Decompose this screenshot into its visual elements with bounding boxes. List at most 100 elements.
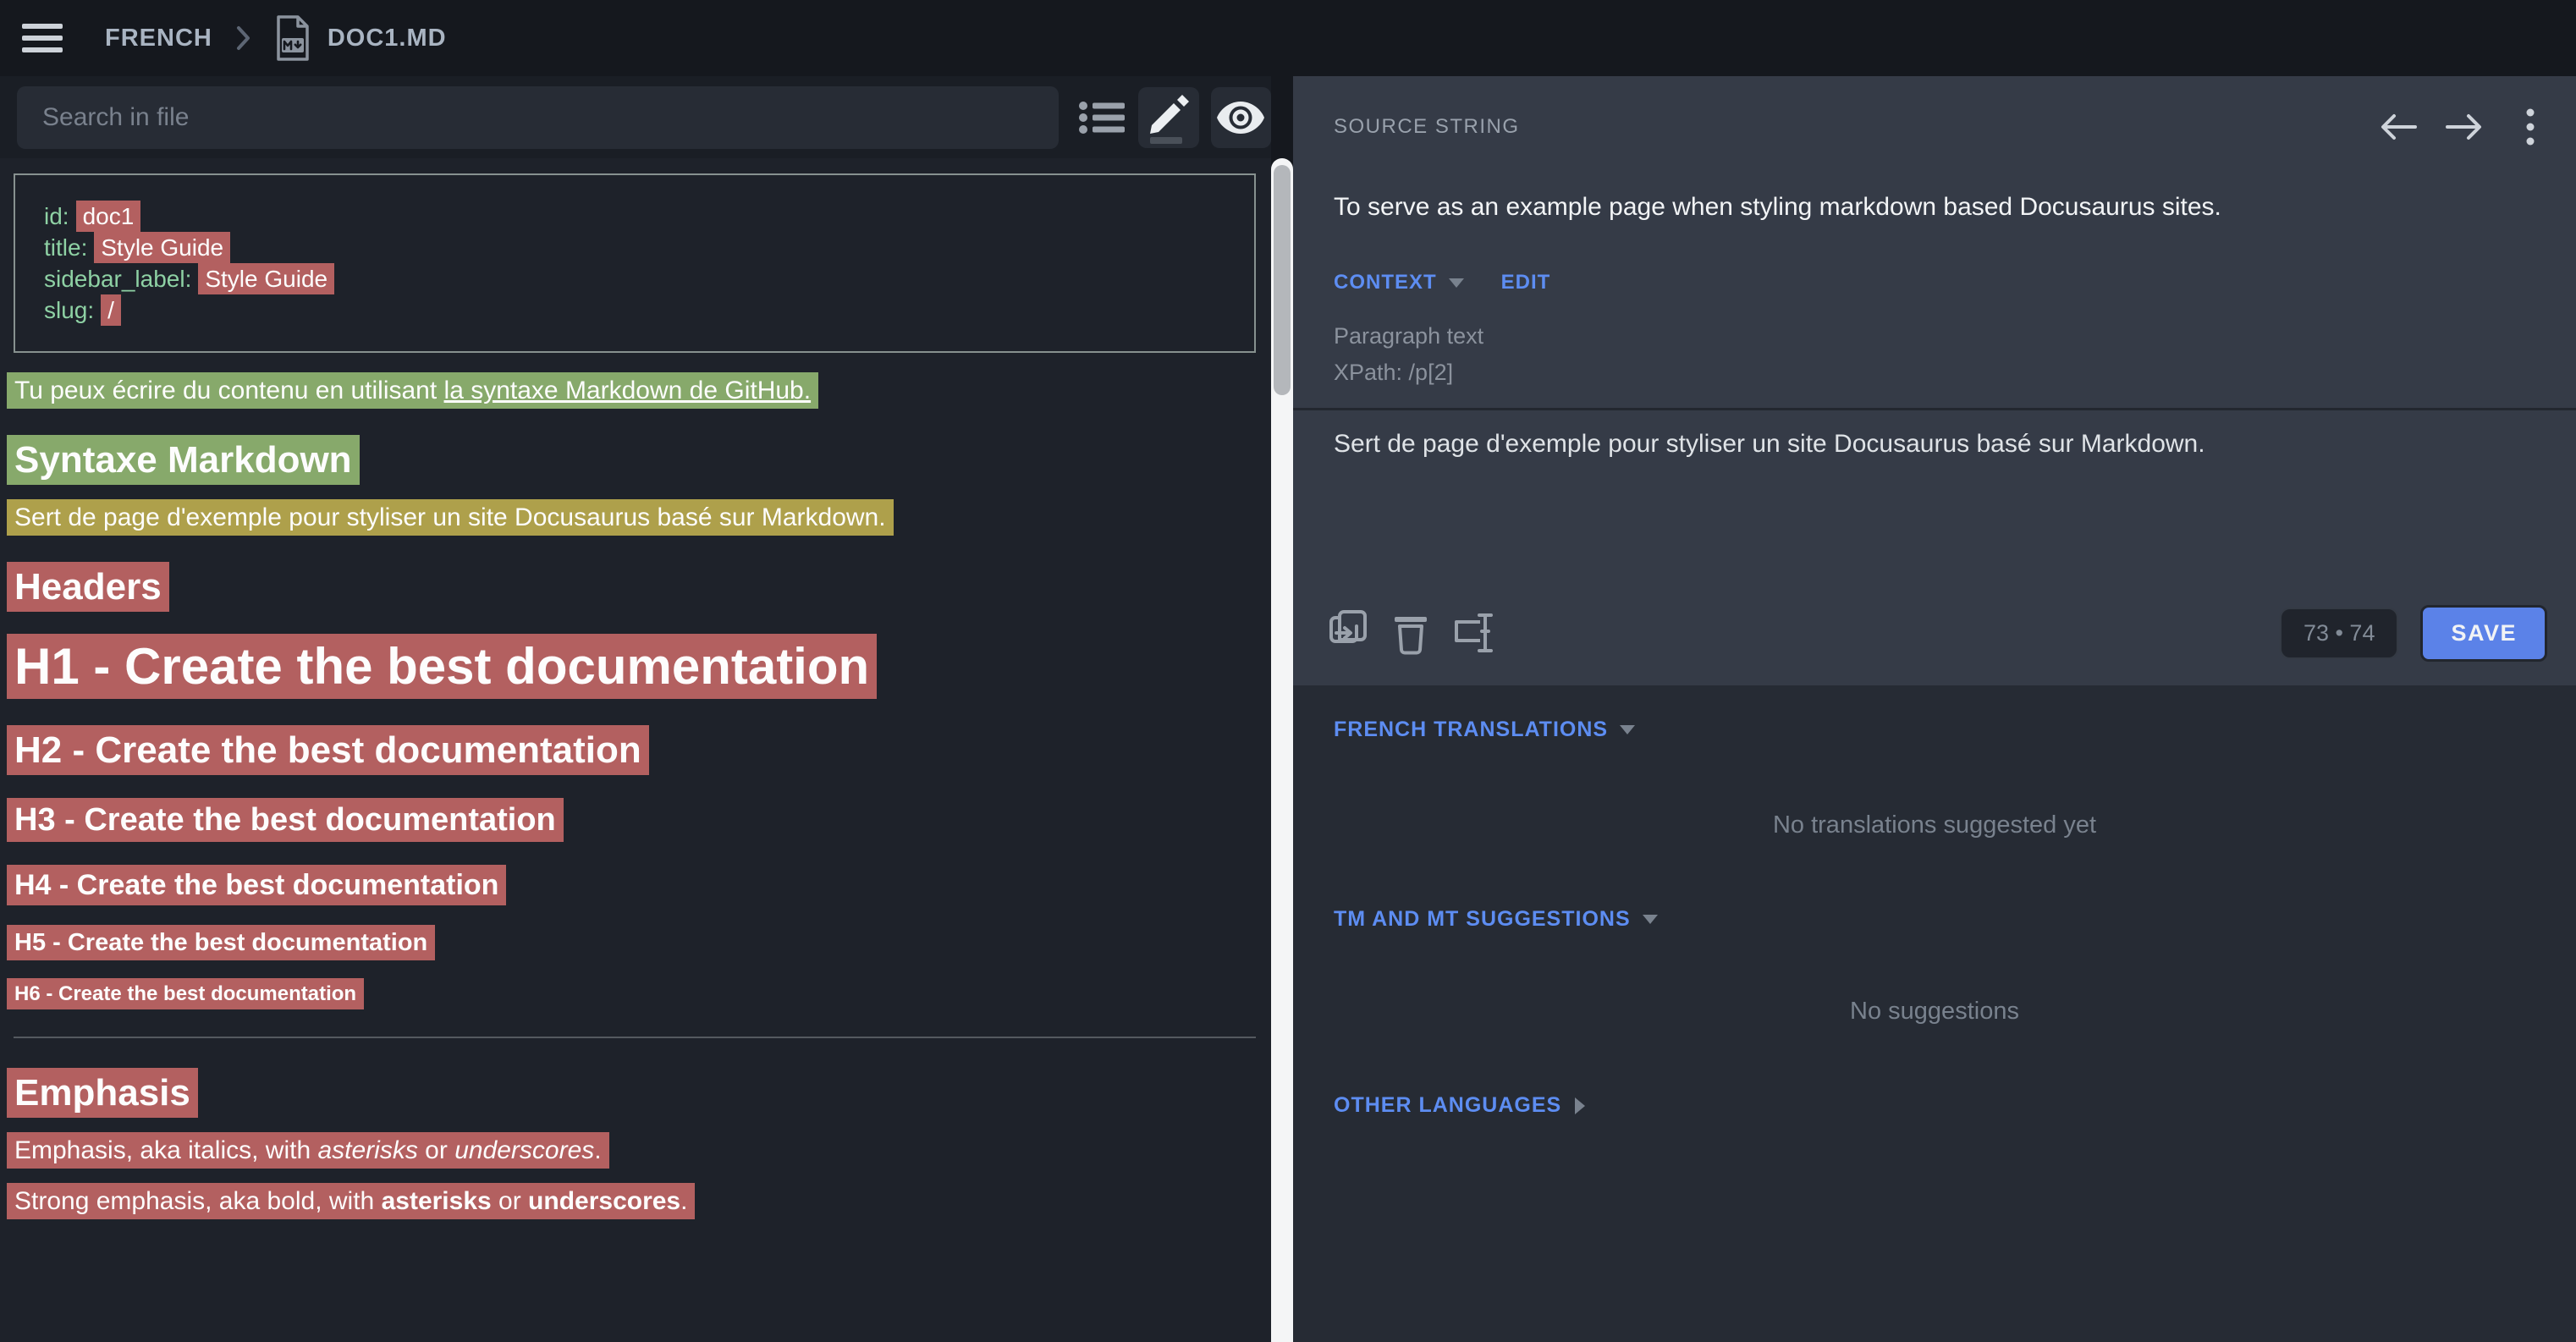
heading-h1-sample: H1 - Create the best documentation	[7, 637, 1261, 696]
hamburger-menu-button[interactable]	[22, 23, 63, 53]
source-string-highlight[interactable]: Emphasis	[7, 1068, 198, 1118]
frontmatter-block: id:doc1 title:Style Guide sidebar_label:…	[14, 173, 1256, 353]
search-input[interactable]	[17, 86, 1059, 149]
heading-h3-sample: H3 - Create the best documentation	[7, 802, 1261, 839]
pencil-icon	[1143, 91, 1194, 144]
clear-translation-button[interactable]	[1386, 608, 1435, 658]
intro-paragraph: Tu peux écrire du contenu en utilisant l…	[7, 377, 1261, 405]
dropdown-triangle-icon	[1620, 725, 1635, 734]
italic-word: underscores	[454, 1136, 594, 1164]
app-window: FRENCH DOC1.MD	[0, 0, 2576, 1342]
intro-text: Tu peux écrire du contenu en utilisant	[14, 377, 444, 404]
heading-h4-sample: H4 - Create the best documentation	[7, 869, 1261, 902]
heading-h6-sample: H6 - Create the best documentation	[7, 982, 1261, 1006]
previous-string-button[interactable]	[2376, 107, 2420, 147]
tm-mt-suggestions-header[interactable]: TM AND MT SUGGESTIONS	[1334, 907, 2535, 932]
frontmatter-line: slug: /	[44, 294, 1225, 326]
translation-input[interactable]: Sert de page d'exemple pour styliser un …	[1334, 430, 2535, 565]
translation-divider	[1293, 408, 2576, 410]
source-string-highlight[interactable]: Style Guide	[94, 232, 230, 263]
list-icon	[1079, 100, 1125, 135]
file-preview-panel: id:doc1 title:Style Guide sidebar_label:…	[0, 76, 1271, 1342]
search-toolbar	[0, 76, 1271, 158]
frontmatter-line: id:doc1	[44, 201, 1225, 232]
breadcrumb-file[interactable]: DOC1.MD	[328, 25, 447, 52]
markdown-syntax-link[interactable]: la syntaxe Markdown de GitHub.	[444, 377, 812, 404]
copy-icon	[1326, 609, 1370, 657]
dropdown-triangle-icon	[1643, 915, 1658, 924]
translation-panel: SOURCE STRING To s	[1293, 76, 2576, 1342]
other-languages-label: OTHER LANGUAGES	[1334, 1093, 1561, 1118]
other-languages-header[interactable]: OTHER LANGUAGES	[1334, 1093, 2535, 1118]
translation-toolbar: 73 • 74 SAVE	[1324, 597, 2547, 668]
frontmatter-key: sidebar_label:	[44, 266, 191, 292]
suggestions-empty-state: No suggestions	[1334, 998, 2535, 1026]
suggestions-panel: FRENCH TRANSLATIONS No translations sugg…	[1293, 685, 2576, 1342]
source-string-header: SOURCE STRING	[1334, 76, 2552, 147]
select-text-icon	[1451, 612, 1495, 654]
preview-mode-button[interactable]	[1211, 87, 1271, 148]
source-string-highlight[interactable]: H6 - Create the best documentation	[7, 978, 364, 1009]
frontmatter-line: sidebar_label: Style Guide	[44, 263, 1225, 294]
french-translations-header[interactable]: FRENCH TRANSLATIONS	[1334, 718, 2535, 742]
horizontal-rule	[14, 1037, 1256, 1038]
source-string-highlight[interactable]: Strong emphasis, aka bold, with asterisk…	[7, 1183, 695, 1219]
source-string-label: SOURCE STRING	[1334, 115, 1520, 139]
select-text-button[interactable]	[1449, 608, 1498, 658]
preview-scrollbar-track[interactable]	[1271, 158, 1293, 1342]
source-string-highlight[interactable]: Syntaxe Markdown	[7, 435, 360, 485]
document-preview: id:doc1 title:Style Guide sidebar_label:…	[0, 158, 1271, 1342]
emphasis-text: .	[594, 1136, 601, 1164]
source-string-highlight[interactable]: Emphasis, aka italics, with asterisks or…	[7, 1132, 609, 1169]
source-string-highlight[interactable]: H4 - Create the best documentation	[7, 865, 506, 905]
preview-scrollbar-thumb[interactable]	[1274, 165, 1291, 395]
source-string-highlight[interactable]: H3 - Create the best documentation	[7, 798, 564, 842]
source-string-highlight[interactable]: Headers	[7, 562, 169, 612]
source-string-section: SOURCE STRING To s	[1293, 76, 2576, 685]
source-string-highlight[interactable]: doc1	[76, 201, 141, 232]
heading-h5-sample: H5 - Create the best documentation	[7, 929, 1261, 957]
source-string-text: To serve as an example page when styling…	[1334, 193, 2552, 222]
strong-paragraph: Strong emphasis, aka bold, with asterisk…	[7, 1187, 1261, 1216]
copy-source-button[interactable]	[1324, 608, 1373, 658]
next-string-button[interactable]	[2442, 107, 2486, 147]
highlight-mode-button[interactable]	[1138, 87, 1198, 148]
source-string-highlight[interactable]: H2 - Create the best documentation	[7, 725, 649, 775]
source-string-highlight[interactable]: Style Guide	[198, 263, 334, 294]
string-list-button[interactable]	[1077, 93, 1126, 142]
heading-headers: Headers	[7, 566, 1261, 608]
chevron-right-icon	[236, 25, 251, 51]
source-string-highlight[interactable]: H5 - Create the best documentation	[7, 925, 435, 960]
french-translations-label: FRENCH TRANSLATIONS	[1334, 718, 1608, 742]
translations-empty-state: No translations suggested yet	[1334, 811, 2535, 839]
selected-string-highlight[interactable]: Sert de page d'exemple pour styliser un …	[7, 499, 894, 536]
context-xpath: XPath: /p[2]	[1334, 355, 2552, 391]
breadcrumb-project[interactable]: FRENCH	[105, 25, 212, 52]
frontmatter-key: slug:	[44, 297, 94, 323]
context-details: Paragraph text XPath: /p[2]	[1334, 318, 2552, 391]
selected-paragraph: Sert de page d'exemple pour styliser un …	[7, 503, 1261, 532]
collapsed-triangle-icon	[1575, 1097, 1585, 1114]
bold-word: underscores	[528, 1187, 680, 1215]
char-counter-badge: 73 • 74	[2280, 608, 2399, 659]
italic-word: asterisks	[317, 1136, 417, 1164]
emphasis-paragraph: Emphasis, aka italics, with asterisks or…	[7, 1136, 1261, 1165]
tm-mt-suggestions-label: TM AND MT SUGGESTIONS	[1334, 907, 1631, 932]
trash-icon	[1394, 611, 1428, 655]
more-options-button[interactable]	[2508, 107, 2552, 147]
heading-emphasis: Emphasis	[7, 1072, 1261, 1114]
source-string-highlight[interactable]: Tu peux écrire du contenu en utilisant l…	[7, 372, 818, 409]
topbar: FRENCH DOC1.MD	[0, 0, 2576, 76]
context-dropdown[interactable]: CONTEXT	[1334, 271, 1437, 294]
hamburger-icon	[22, 23, 63, 53]
edit-context-button[interactable]: EDIT	[1501, 271, 1551, 294]
kebab-menu-icon	[2525, 107, 2535, 146]
markdown-file-icon	[275, 14, 311, 62]
source-string-highlight[interactable]: H1 - Create the best documentation	[7, 634, 877, 699]
source-string-highlight[interactable]: /	[101, 294, 121, 326]
strong-text: Strong emphasis, aka bold, with	[14, 1187, 382, 1215]
strong-text: .	[680, 1187, 687, 1215]
strong-text: or	[492, 1187, 528, 1215]
save-button[interactable]: SAVE	[2420, 605, 2547, 662]
bold-word: asterisks	[382, 1187, 492, 1215]
